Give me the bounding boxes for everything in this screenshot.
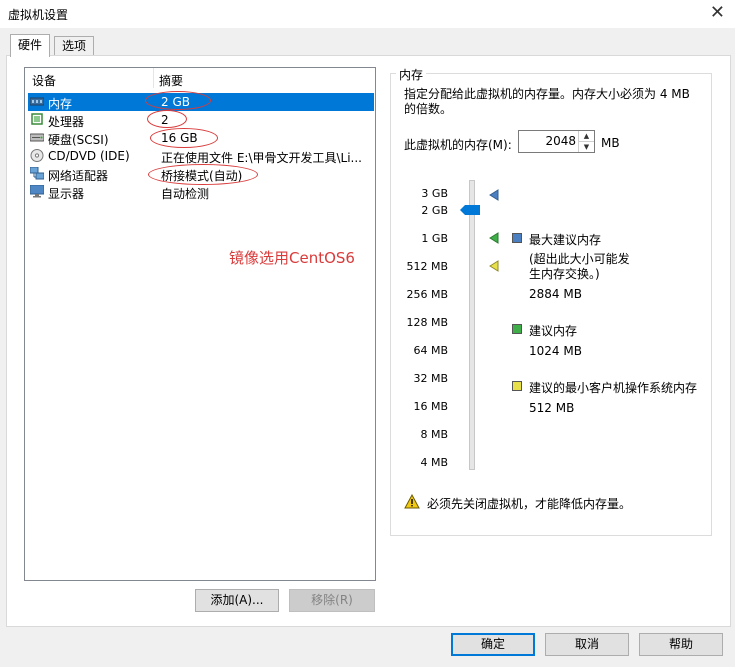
memory-description: 指定分配给此虚拟机的内存量。内存大小必须为 4 MB 的倍数。 — [404, 87, 690, 116]
memory-unit-label: MB — [601, 136, 620, 150]
device-name: 内存 — [48, 97, 73, 111]
device-name: CD/DVD (IDE) — [48, 149, 130, 163]
column-device[interactable]: 设备 — [32, 72, 56, 89]
device-row-cdrom[interactable]: CD/DVD (IDE) 正在使用文件 E:\甲骨文开发工具\Li... — [28, 147, 374, 165]
min-guest-label: 建议的最小客户机操作系统内存 — [529, 381, 698, 395]
scale-label: 8 MB — [420, 428, 448, 441]
spin-down-icon[interactable]: ▼ — [579, 142, 594, 152]
display-icon — [30, 185, 44, 198]
max-legend-icon — [512, 233, 522, 243]
device-name: 网络适配器 — [48, 169, 109, 183]
max-marker-icon — [489, 189, 499, 201]
min-guest-value: 512 MB — [529, 401, 575, 415]
warning-text: 必须先关闭虚拟机，才能降低内存量。 — [427, 497, 632, 511]
highlight-oval-harddisk — [150, 128, 218, 148]
warning-icon — [404, 494, 420, 509]
max-recommended-label: 最大建议内存 — [529, 233, 602, 247]
tab-options[interactable]: 选项 — [54, 36, 94, 57]
memory-slider-track[interactable] — [469, 180, 475, 470]
cdrom-icon — [30, 149, 44, 162]
scale-label: 512 MB — [406, 260, 448, 273]
highlight-oval-processor — [147, 110, 187, 128]
processor-icon — [31, 113, 43, 125]
memory-value[interactable]: 2048 — [545, 134, 576, 148]
device-row-processor[interactable]: 处理器 2 — [28, 111, 374, 129]
cancel-button[interactable]: 取消 — [545, 633, 629, 656]
title-bar: 虚拟机设置 ✕ — [0, 0, 735, 28]
scale-label: 4 MB — [420, 456, 448, 469]
device-row-display[interactable]: 显示器 自动检测 — [28, 183, 374, 201]
ok-button[interactable]: 确定 — [451, 633, 535, 656]
memory-icon — [30, 97, 44, 106]
memory-slider-thumb[interactable] — [458, 202, 482, 218]
remove-button[interactable]: 移除(R) — [289, 589, 375, 612]
scale-label: 64 MB — [413, 344, 448, 357]
scale-label: 128 MB — [406, 316, 448, 329]
harddisk-icon — [30, 133, 44, 142]
memory-input-label: 此虚拟机的内存(M): — [404, 138, 512, 152]
device-list-header: 设备 摘要 — [25, 68, 375, 88]
help-button[interactable]: 帮助 — [639, 633, 723, 656]
recommended-label: 建议内存 — [529, 324, 578, 338]
column-summary[interactable]: 摘要 — [159, 72, 183, 89]
min-guest-marker-icon — [489, 260, 499, 272]
window-title: 虚拟机设置 — [8, 8, 69, 22]
recommended-value: 1024 MB — [529, 344, 582, 358]
highlight-oval-memory — [145, 91, 211, 110]
tab-hardware[interactable]: 硬件 — [10, 34, 50, 57]
memory-spinbox[interactable]: 2048 ▲ ▼ — [518, 130, 595, 153]
scale-label: 3 GB — [421, 187, 448, 200]
spin-up-icon[interactable]: ▲ — [579, 131, 594, 142]
recommended-legend-icon — [512, 324, 522, 334]
annotation-text: 镜像选用CentOS6 — [229, 249, 355, 267]
device-name: 显示器 — [48, 187, 85, 201]
device-name: 硬盘(SCSI) — [48, 133, 109, 147]
scale-label: 32 MB — [413, 372, 448, 385]
scale-label: 2 GB — [421, 204, 448, 217]
memory-group-title: 内存 — [396, 66, 427, 83]
device-summary: 自动检测 — [161, 187, 210, 201]
network-icon — [30, 167, 44, 180]
close-icon[interactable]: ✕ — [710, 3, 725, 23]
scale-label: 256 MB — [406, 288, 448, 301]
device-summary: 2 — [161, 113, 169, 127]
scale-label: 1 GB — [421, 232, 448, 245]
min-guest-legend-icon — [512, 381, 522, 391]
add-button[interactable]: 添加(A)... — [195, 589, 279, 612]
scale-label: 16 MB — [413, 400, 448, 413]
device-name: 处理器 — [48, 115, 85, 129]
max-recommended-note: (超出此大小可能发生内存交换。) — [529, 252, 630, 281]
highlight-oval-network — [148, 164, 258, 185]
recommended-marker-icon — [489, 232, 499, 244]
max-recommended-value: 2884 MB — [529, 287, 582, 301]
